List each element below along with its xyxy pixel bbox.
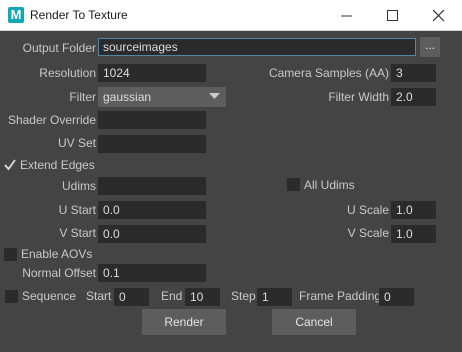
enable-aovs-checkbox[interactable] (4, 248, 17, 261)
window-title: Render To Texture (30, 8, 128, 22)
checkmark-icon (4, 159, 16, 171)
normal-offset-input[interactable] (98, 264, 206, 282)
u-scale-label: U Scale (346, 203, 389, 217)
maya-app-icon: M (8, 7, 24, 23)
maximize-icon (387, 10, 398, 21)
v-start-input[interactable] (98, 225, 206, 243)
browse-folder-button[interactable]: ... (420, 37, 440, 57)
sequence-end-label: End (161, 289, 183, 303)
v-scale-input[interactable] (391, 225, 436, 243)
camera-samples-label: Camera Samples (AA) (268, 66, 389, 80)
resolution-input[interactable] (98, 64, 206, 82)
extend-edges-label: Extend Edges (20, 158, 95, 172)
enable-aovs-label: Enable AOVs (21, 247, 93, 261)
output-folder-label: Output Folder (22, 41, 96, 55)
resolution-label: Resolution (39, 66, 96, 80)
extend-edges-checkbox[interactable] (3, 158, 17, 172)
close-button[interactable] (416, 0, 462, 31)
u-start-input[interactable] (98, 201, 206, 219)
udims-label: Udims (61, 179, 96, 193)
sequence-start-label: Start (86, 289, 112, 303)
shader-override-input[interactable] (98, 111, 206, 129)
chevron-down-icon (209, 93, 220, 99)
filter-width-label: Filter Width (328, 90, 389, 104)
uv-set-label: UV Set (57, 136, 96, 150)
sequence-step-label: Step (231, 289, 256, 303)
u-scale-input[interactable] (391, 201, 436, 219)
normal-offset-label: Normal Offset (22, 266, 96, 280)
title-bar: M Render To Texture (0, 0, 462, 31)
minimize-button[interactable] (324, 0, 370, 31)
all-udims-checkbox[interactable] (287, 178, 300, 191)
frame-padding-label: Frame Padding (299, 289, 382, 303)
camera-samples-input[interactable] (391, 64, 436, 82)
maximize-button[interactable] (370, 0, 416, 31)
filter-dropdown[interactable]: gaussian (98, 87, 226, 107)
shader-override-label: Shader Override (7, 113, 96, 127)
udims-input[interactable] (98, 177, 206, 195)
sequence-step-input[interactable] (257, 288, 292, 306)
u-start-label: U Start (58, 203, 96, 217)
sequence-start-input[interactable] (114, 288, 149, 306)
cancel-button[interactable]: Cancel (272, 309, 356, 335)
filter-selected-value: gaussian (103, 90, 152, 104)
uv-set-input[interactable] (98, 135, 206, 153)
close-icon (433, 10, 445, 22)
sequence-checkbox[interactable] (5, 290, 18, 303)
filter-label: Filter (69, 90, 96, 104)
render-button[interactable]: Render (142, 309, 226, 335)
v-start-label: V Start (59, 226, 96, 240)
dropdown-arrow (204, 87, 226, 107)
all-udims-label: All Udims (304, 178, 355, 192)
minimize-icon (341, 15, 352, 17)
output-folder-input[interactable] (98, 38, 416, 56)
sequence-end-input[interactable] (185, 288, 220, 306)
v-scale-label: V Scale (347, 226, 389, 240)
filter-width-input[interactable] (391, 88, 436, 106)
sequence-label: Sequence (22, 289, 77, 303)
frame-padding-input[interactable] (379, 288, 414, 306)
